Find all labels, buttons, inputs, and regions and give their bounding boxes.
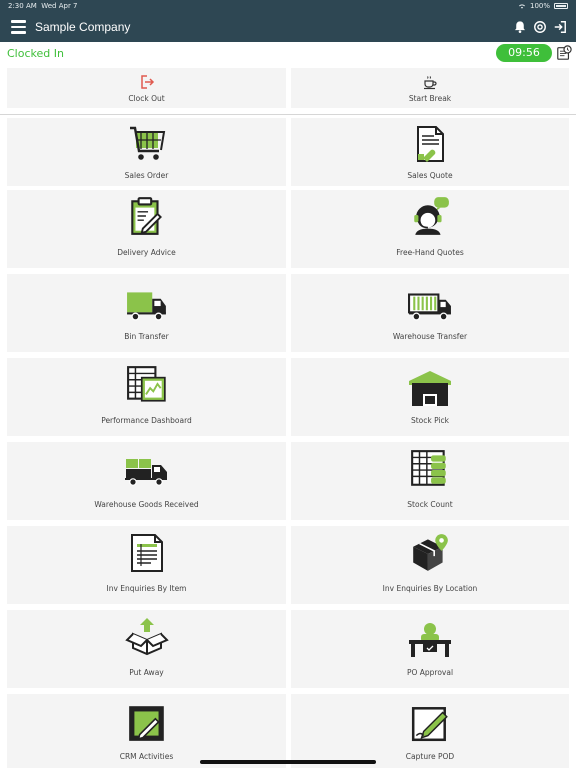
delivery-truck-boxes-icon xyxy=(124,459,167,486)
tile-warehouse-transfer[interactable]: Warehouse Transfer xyxy=(291,274,569,352)
tile-label: Put Away xyxy=(129,668,164,677)
app-header: 2:30 AM Wed Apr 7 100% Sample Company xyxy=(0,0,576,42)
battery-icon xyxy=(554,3,568,9)
shift-timer[interactable]: 09:56 xyxy=(496,44,552,62)
tile-sales-quote[interactable]: Sales Quote xyxy=(291,118,569,186)
status-bar: 2:30 AM Wed Apr 7 100% xyxy=(0,0,576,12)
truck-icon xyxy=(126,292,166,321)
start-break-button[interactable]: Start Break xyxy=(291,68,569,108)
crm-edit-icon xyxy=(128,706,164,741)
container-truck-icon xyxy=(408,293,451,321)
bell-icon[interactable] xyxy=(513,20,527,34)
tile-put-away[interactable]: Put Away xyxy=(7,610,286,688)
tile-inv-enquiries-by-location[interactable]: Inv Enquiries By Location xyxy=(291,526,569,604)
dashboard-chart-icon xyxy=(126,366,166,402)
tile-label: Bin Transfer xyxy=(124,332,169,341)
logout-icon[interactable] xyxy=(553,20,567,34)
clock-out-button[interactable]: Clock Out xyxy=(7,68,286,108)
tile-free-hand-quotes[interactable]: Free-Hand Quotes xyxy=(291,190,569,268)
section-divider xyxy=(0,114,576,115)
timesheet-clock-icon[interactable] xyxy=(556,45,572,61)
status-indicators: 100% xyxy=(518,2,568,10)
tile-label: Sales Order xyxy=(124,171,169,180)
tile-delivery-advice[interactable]: Delivery Advice xyxy=(7,190,286,268)
shopping-cart-icon xyxy=(129,126,165,160)
tile-label: Warehouse Goods Received xyxy=(94,500,199,509)
box-location-icon xyxy=(413,534,448,571)
tile-label: Inv Enquiries By Location xyxy=(382,584,478,593)
status-time: 2:30 AM xyxy=(8,2,37,10)
tile-label: PO Approval xyxy=(406,668,454,677)
home-indicator[interactable] xyxy=(200,760,376,764)
clocked-in-status: Clocked In xyxy=(7,47,64,60)
quote-document-icon xyxy=(417,126,444,162)
clock-out-icon xyxy=(140,75,154,89)
tile-stock-pick[interactable]: Stock Pick xyxy=(291,358,569,436)
tile-warehouse-goods-received[interactable]: Warehouse Goods Received xyxy=(7,442,286,520)
hamburger-menu-icon[interactable] xyxy=(11,20,26,34)
tile-label: Performance Dashboard xyxy=(101,416,192,425)
tile-label: Stock Count xyxy=(407,500,453,509)
clipboard-icon xyxy=(130,197,162,235)
battery-percent: 100% xyxy=(529,2,550,10)
company-name: Sample Company xyxy=(35,20,131,34)
tile-performance-dashboard[interactable]: Performance Dashboard xyxy=(7,358,286,436)
tile-capture-pod[interactable]: Capture POD xyxy=(291,694,569,768)
tile-sales-order[interactable]: Sales Order xyxy=(7,118,286,186)
tile-label: Inv Enquiries By Item xyxy=(106,584,187,593)
tile-inv-enquiries-by-item[interactable]: Inv Enquiries By Item xyxy=(7,526,286,604)
tile-label: Stock Pick xyxy=(410,416,450,425)
status-time-date: 2:30 AM Wed Apr 7 xyxy=(8,2,78,10)
headset-agent-icon xyxy=(414,197,449,235)
warehouse-icon xyxy=(409,371,451,406)
signature-pen-icon xyxy=(411,707,448,742)
stock-count-icon xyxy=(411,450,446,486)
tile-label: Warehouse Transfer xyxy=(392,332,468,341)
tile-po-approval[interactable]: PO Approval xyxy=(291,610,569,688)
tile-label: Delivery Advice xyxy=(117,248,176,257)
clock-status-bar: Clocked In xyxy=(0,42,576,66)
settings-icon[interactable] xyxy=(533,20,547,34)
wifi-icon xyxy=(518,4,525,9)
open-box-arrow-icon xyxy=(124,618,169,656)
start-break-label: Start Break xyxy=(408,94,452,103)
coffee-cup-icon xyxy=(424,76,437,90)
tile-bin-transfer[interactable]: Bin Transfer xyxy=(7,274,286,352)
desk-approval-icon xyxy=(409,623,451,657)
tile-label: Free-Hand Quotes xyxy=(396,248,464,257)
clock-out-label: Clock Out xyxy=(128,94,165,103)
document-list-icon xyxy=(130,534,163,572)
tile-stock-count[interactable]: Stock Count xyxy=(291,442,569,520)
status-date: Wed Apr 7 xyxy=(41,2,78,10)
tile-crm-activities[interactable]: CRM Activities xyxy=(7,694,286,768)
tile-label: Sales Quote xyxy=(407,171,453,180)
